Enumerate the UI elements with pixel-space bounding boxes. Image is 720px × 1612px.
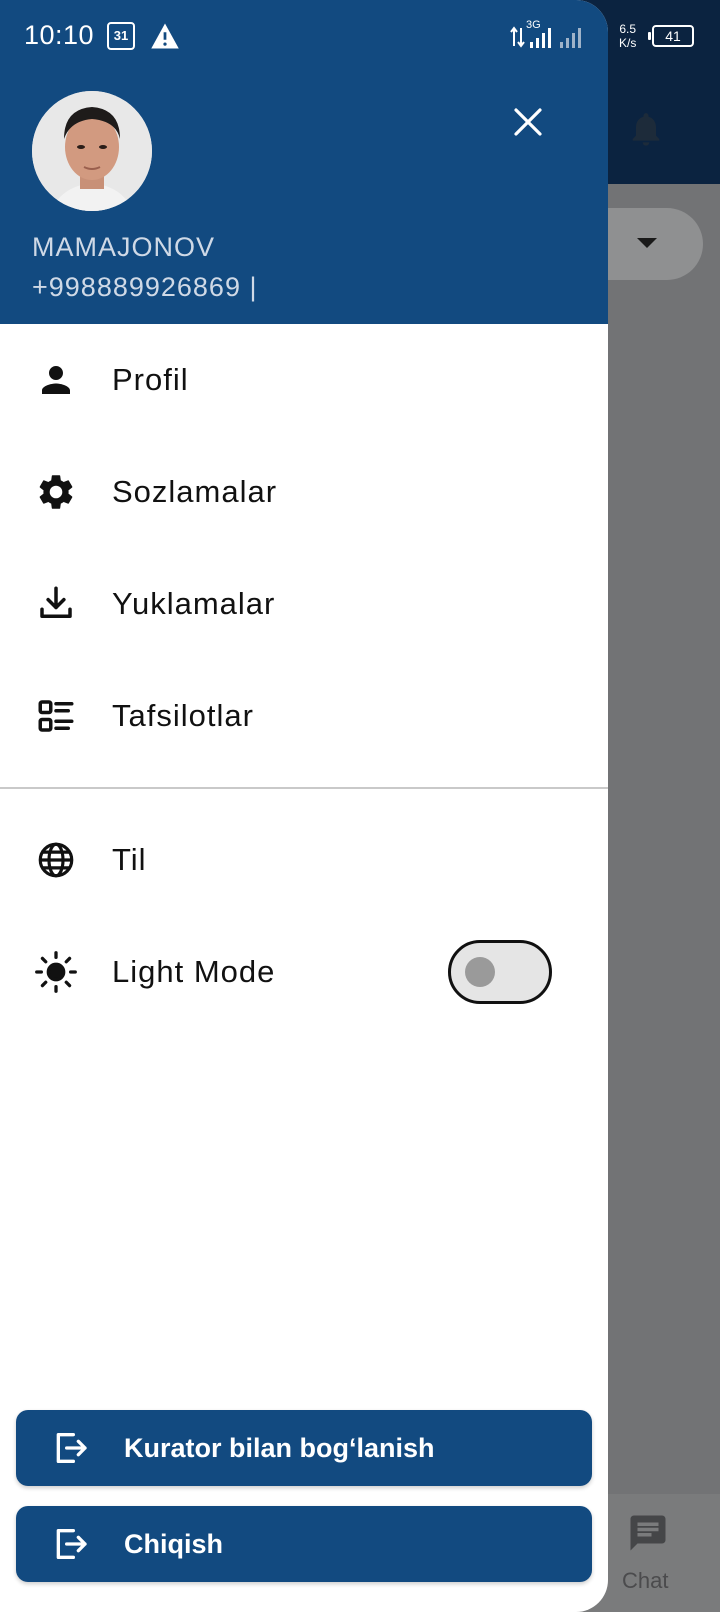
chevron-down-icon [637, 238, 657, 248]
menu-item-label: Til [112, 842, 147, 877]
warning-icon [151, 23, 179, 49]
person-icon [34, 358, 78, 402]
menu-item-tafsilotlar[interactable]: Tafsilotlar [0, 660, 608, 772]
network-speed: 6.5 K/s [619, 22, 636, 50]
bell-icon[interactable] [626, 106, 666, 152]
download-icon [34, 582, 78, 626]
menu-item-label: Profil [112, 362, 189, 397]
globe-icon [34, 838, 78, 882]
network-speed-unit: K/s [619, 36, 637, 50]
battery-icon: 41 [648, 25, 694, 47]
bottom-nav-chat-label[interactable]: Chat [622, 1568, 668, 1594]
logout-icon [56, 1433, 87, 1463]
divider [0, 787, 608, 789]
user-phone: +998889926869 | [32, 272, 258, 302]
menu-item-label: Sozlamalar [112, 474, 278, 509]
toggle-knob [465, 957, 495, 987]
logout-button[interactable]: Chiqish [16, 1506, 592, 1582]
menu-item-yuklamalar[interactable]: Yuklamalar [0, 548, 608, 660]
menu-item-label: Yuklamalar [112, 586, 276, 621]
menu-item-profil[interactable]: Profil [0, 324, 608, 436]
logout-icon [56, 1529, 87, 1559]
gear-icon [34, 470, 78, 514]
menu-item-til[interactable]: Til [0, 804, 608, 916]
user-name: MAMAJONOV [32, 232, 216, 262]
chat-icon[interactable] [627, 1512, 669, 1554]
avatar [32, 91, 152, 211]
list-details-icon [34, 694, 78, 738]
status-time: 10:10 [24, 20, 95, 50]
avatar-photo [32, 91, 152, 211]
signal-icon: 3G [510, 19, 581, 48]
curator-contact-button[interactable]: Kurator bilan bog‘lanish [16, 1410, 592, 1486]
menu-item-sozlamalar[interactable]: Sozlamalar [0, 436, 608, 548]
calendar-icon: 31 [107, 22, 135, 50]
light-mode-toggle[interactable] [448, 940, 552, 1004]
curator-contact-label: Kurator bilan bog‘lanish [124, 1432, 435, 1463]
menu-item-label: Tafsilotlar [112, 698, 254, 733]
sun-icon [34, 950, 78, 994]
logout-label: Chiqish [124, 1528, 223, 1559]
navigation-drawer: MAMAJONOV +998889926869 | Profil Sozlama… [0, 0, 608, 1612]
menu-item-label: Light Mode [112, 954, 276, 989]
close-icon[interactable] [504, 98, 552, 146]
network-type: 3G [526, 19, 541, 31]
network-speed-value: 6.5 [619, 22, 637, 36]
